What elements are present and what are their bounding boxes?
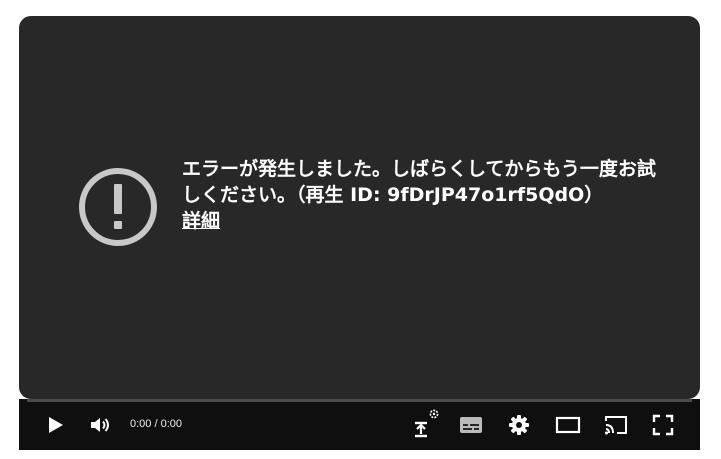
time-display: 0:00 / 0:00 <box>130 418 182 430</box>
error-message: エラーが発生しました。しばらくしてからもう一度お試しください。（再生 ID: 9… <box>182 158 656 206</box>
cast-icon <box>603 414 629 436</box>
theater-mode-button[interactable] <box>554 411 582 439</box>
controls-bar: 0:00 / 0:00 <box>19 399 700 450</box>
autoplay-settings-button[interactable] <box>410 407 442 439</box>
mute-button[interactable] <box>87 411 115 439</box>
volume-icon <box>89 415 113 435</box>
autoplay-gear-icon <box>410 407 442 439</box>
theater-mode-icon <box>555 415 581 435</box>
progress-bar[interactable] <box>27 399 692 402</box>
settings-button[interactable] <box>505 411 533 439</box>
subtitles-icon <box>459 415 483 435</box>
subtitles-button[interactable] <box>457 411 485 439</box>
error-panel: エラーが発生しました。しばらくしてからもう一度お試しください。（再生 ID: 9… <box>182 156 662 234</box>
gear-icon <box>508 414 530 436</box>
error-icon <box>77 166 159 248</box>
details-link[interactable]: 詳細 <box>182 208 220 234</box>
video-screen[interactable]: エラーが発生しました。しばらくしてからもう一度お試しください。（再生 ID: 9… <box>19 16 700 399</box>
cast-button[interactable] <box>602 411 630 439</box>
play-icon <box>45 415 65 435</box>
fullscreen-button[interactable] <box>649 411 677 439</box>
video-player[interactable]: エラーが発生しました。しばらくしてからもう一度お試しください。（再生 ID: 9… <box>19 16 700 450</box>
fullscreen-icon <box>652 414 674 436</box>
play-button[interactable] <box>41 411 69 439</box>
